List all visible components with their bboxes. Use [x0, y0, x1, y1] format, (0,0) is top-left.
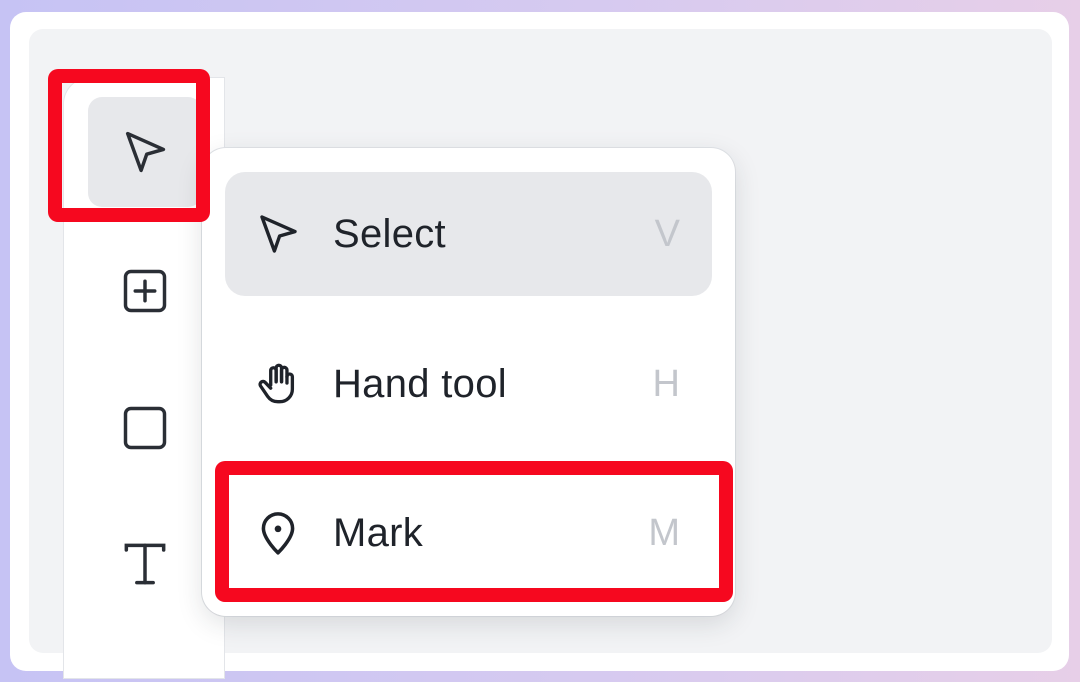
text-icon [117, 536, 173, 592]
location-pin-icon [253, 508, 303, 558]
text-tool-button[interactable] [88, 509, 202, 619]
select-tool-button[interactable] [88, 97, 202, 207]
shortcut-hint: M [648, 511, 680, 554]
menu-item-select[interactable]: Select V [225, 172, 712, 296]
add-tool-button[interactable] [88, 236, 202, 346]
menu-item-label: Select [333, 211, 446, 256]
shortcut-hint: H [652, 362, 680, 405]
hand-icon [253, 359, 303, 409]
menu-item-hand-tool[interactable]: Hand tool H [225, 322, 712, 446]
cursor-icon [119, 126, 171, 178]
rectangle-tool-button[interactable] [88, 373, 202, 483]
plus-square-icon [119, 265, 171, 317]
cursor-icon [253, 209, 303, 259]
shortcut-hint: V [654, 212, 680, 255]
menu-item-mark[interactable]: Mark M [225, 471, 712, 595]
square-icon [119, 402, 171, 454]
menu-item-label: Mark [333, 510, 424, 555]
menu-item-label: Hand tool [333, 361, 507, 406]
